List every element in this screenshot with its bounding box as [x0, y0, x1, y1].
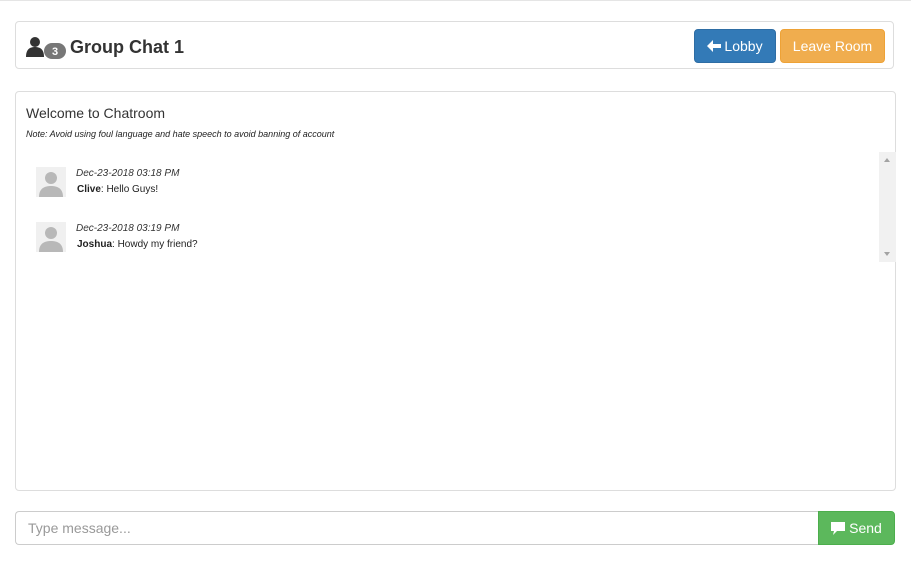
room-title: Group Chat 1 [70, 37, 185, 57]
scroll-down-arrow-icon[interactable] [884, 252, 890, 256]
message-list[interactable]: Dec-23-2018 03:18 PM Clive: Hello Guys! … [36, 167, 876, 277]
user-icon: 3 [26, 37, 66, 59]
room-header: 3 Group Chat 1 Lobby Leave Room [15, 21, 894, 69]
message-item: Dec-23-2018 03:19 PM Joshua: Howdy my fr… [36, 222, 876, 277]
message-text: : Howdy my friend? [112, 239, 198, 250]
avatar [36, 222, 66, 252]
message-item: Dec-23-2018 03:18 PM Clive: Hello Guys! [36, 167, 876, 222]
lobby-button[interactable]: Lobby [694, 29, 776, 63]
message-input[interactable] [15, 511, 819, 545]
message-scrollbar[interactable] [879, 152, 896, 262]
lobby-label: Lobby [724, 38, 763, 54]
avatar [36, 167, 66, 197]
message-timestamp: Dec-23-2018 03:19 PM [76, 223, 180, 234]
chat-note: Note: Avoid using foul language and hate… [26, 129, 335, 139]
leave-room-button[interactable]: Leave Room [780, 29, 885, 63]
chat-panel: Welcome to Chatroom Note: Avoid using fo… [15, 91, 896, 491]
message-body: Clive: Hello Guys! [77, 184, 158, 195]
top-divider [0, 0, 911, 1]
message-timestamp: Dec-23-2018 03:18 PM [76, 168, 180, 179]
message-author: Clive [77, 184, 101, 195]
welcome-heading: Welcome to Chatroom [26, 105, 166, 121]
comment-icon [831, 521, 846, 535]
message-composer: Send [15, 511, 895, 545]
participant-count-badge: 3 [52, 46, 58, 58]
scroll-up-arrow-icon[interactable] [884, 158, 890, 162]
leave-room-label: Leave Room [792, 38, 873, 54]
arrow-left-icon [707, 40, 722, 52]
message-body: Joshua: Howdy my friend? [77, 239, 198, 250]
message-text: : Hello Guys! [100, 184, 159, 195]
send-button[interactable]: Send [818, 511, 895, 545]
message-author: Joshua [77, 239, 113, 250]
send-label: Send [849, 520, 882, 536]
